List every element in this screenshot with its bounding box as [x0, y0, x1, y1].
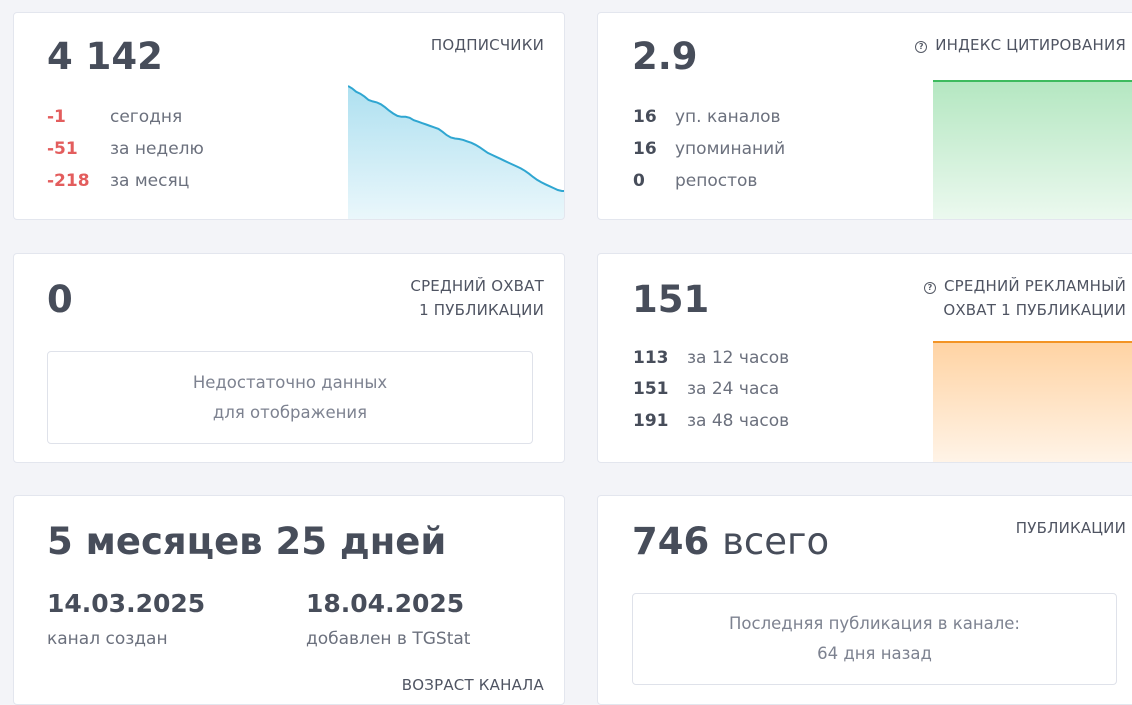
reach-card: 0 СРЕДНИЙ ОХВАТ 1 ПУБЛИКАЦИИ Недостаточн…: [13, 253, 565, 463]
publications-count: 746: [632, 520, 710, 563]
stat-row: 16 уп. каналов: [633, 107, 781, 127]
stat-label: уп. каналов: [675, 107, 781, 127]
stat-row: -218 за месяц: [47, 171, 189, 191]
created-date: 14.03.2025: [47, 589, 206, 618]
stat-row: 16 упоминаний: [633, 139, 785, 159]
stat-value: 0: [633, 171, 645, 191]
last-publication-line2: 64 дня назад: [817, 644, 932, 663]
citation-label: ? ИНДЕКС ЦИТИРОВАНИЯ: [915, 33, 1126, 57]
publications-label: ПУБЛИКАЦИИ: [1015, 519, 1126, 537]
citation-card: 2.9 ? ИНДЕКС ЦИТИРОВАНИЯ 16 уп. каналов 16…: [597, 12, 1132, 220]
added-label: добавлен в TGStat: [306, 629, 471, 649]
stat-value: -51: [47, 139, 78, 159]
added-date: 18.04.2025: [306, 589, 465, 618]
stat-label: упоминаний: [675, 139, 786, 159]
stat-value: -1: [47, 107, 66, 127]
ad-reach-label-line2: ОХВАТ 1 ПУБЛИКАЦИИ: [943, 301, 1126, 319]
sparkline-area: [348, 86, 564, 219]
stat-row: -51 за неделю: [47, 139, 204, 159]
reach-label: СРЕДНИЙ ОХВАТ 1 ПУБЛИКАЦИИ: [410, 274, 544, 322]
publications-card: 746 всего ПУБЛИКАЦИИ Последняя публикаци…: [597, 495, 1132, 705]
stat-value: 151: [633, 379, 669, 399]
publications-value: 746 всего: [632, 523, 829, 560]
ad-reach-value: 151: [632, 278, 710, 321]
stat-row: 113 за 12 часов: [633, 348, 789, 368]
reach-value: 0: [47, 278, 73, 321]
last-publication-box: Последняя публикация в канале: 64 дня на…: [632, 593, 1117, 685]
stat-row: 0 репостов: [633, 171, 757, 191]
no-data-line2: для отображения: [212, 402, 368, 422]
stat-label: за месяц: [110, 171, 190, 191]
stat-row: 151 за 24 часа: [633, 379, 779, 399]
subscribers-value: 4 142: [47, 35, 163, 78]
stat-value: 16: [633, 139, 657, 159]
sparkline-area: [933, 342, 1132, 462]
publications-word: всего: [722, 520, 830, 563]
ad-reach-card: 151 ? СРЕДНИЙ РЕКЛАМНЫЙ ОХВАТ 1 ПУБЛИКАЦИ…: [597, 253, 1132, 463]
citation-sparkline: [933, 80, 1132, 219]
reach-label-line2: 1 ПУБЛИКАЦИИ: [419, 301, 544, 319]
subscribers-sparkline: [348, 85, 564, 219]
reach-label-line1: СРЕДНИЙ ОХВАТ: [410, 277, 544, 295]
no-data-box: Недостаточно данных для отображения: [47, 351, 533, 444]
stat-value: 191: [633, 411, 669, 431]
help-icon[interactable]: ?: [924, 282, 936, 294]
age-label: ВОЗРАСТ КАНАЛА: [401, 676, 544, 694]
last-publication-line1: Последняя публикация в канале:: [729, 614, 1020, 633]
stat-label: сегодня: [110, 107, 183, 127]
age-card: 5 месяцев 25 дней 14.03.2025 канал созда…: [13, 495, 565, 705]
citation-label-text: ИНДЕКС ЦИТИРОВАНИЯ: [935, 36, 1126, 54]
stat-label: за неделю: [110, 139, 204, 159]
subscribers-card: 4 142 ПОДПИСЧИКИ -1 сегодня -51 за неделю …: [13, 12, 565, 220]
stat-value: 113: [633, 348, 669, 368]
ad-reach-label-line1: СРЕДНИЙ РЕКЛАМНЫЙ: [944, 277, 1126, 295]
stat-label: репостов: [675, 171, 758, 191]
sparkline-area: [933, 81, 1132, 219]
created-label: канал создан: [47, 629, 168, 649]
age-value: 5 месяцев 25 дней: [47, 520, 447, 563]
stat-value: 16: [633, 107, 657, 127]
subscribers-label: ПОДПИСЧИКИ: [430, 36, 544, 54]
ad-reach-sparkline: [933, 341, 1132, 462]
citation-value: 2.9: [632, 35, 698, 78]
stat-label: за 48 часов: [687, 411, 790, 431]
stat-label: за 24 часа: [687, 379, 780, 399]
help-icon[interactable]: ?: [915, 41, 928, 53]
stat-value: -218: [47, 171, 90, 191]
stat-row: -1 сегодня: [47, 107, 182, 127]
no-data-line1: Недостаточно данных: [192, 372, 388, 392]
stat-label: за 12 часов: [687, 348, 790, 368]
ad-reach-label: ? СРЕДНИЙ РЕКЛАМНЫЙ ОХВАТ 1 ПУБЛИКАЦИИ: [924, 274, 1126, 322]
stat-row: 191 за 48 часов: [633, 411, 789, 431]
